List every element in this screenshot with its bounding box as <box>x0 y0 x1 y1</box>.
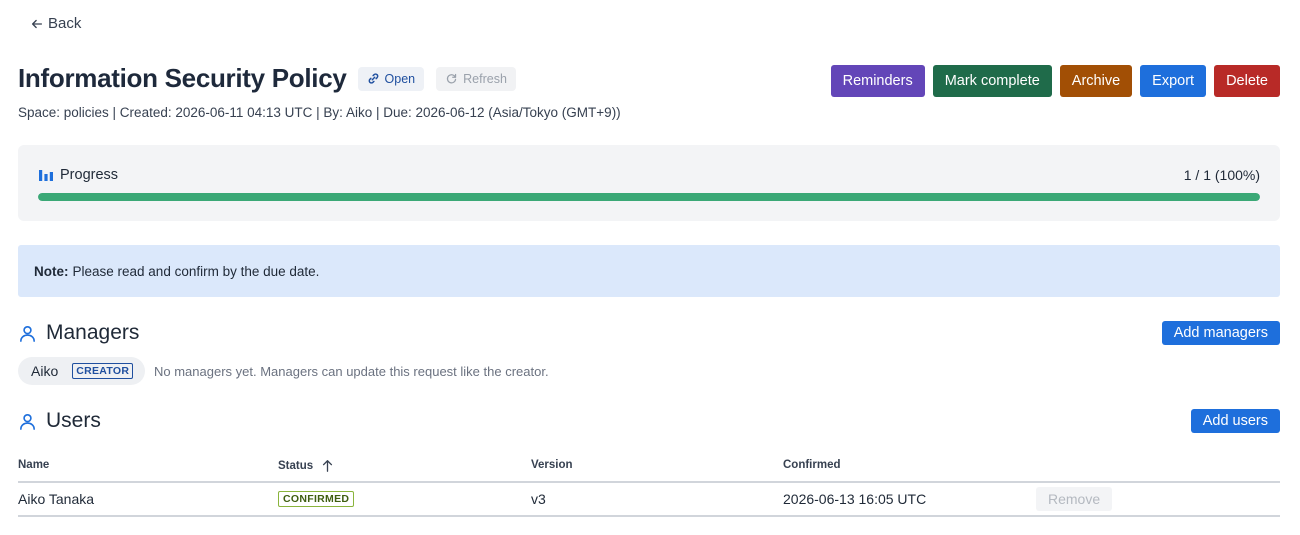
user-name: Aiko Tanaka <box>18 491 95 507</box>
manager-chip: Aiko CREATOR <box>18 357 146 385</box>
reminders-button[interactable]: Reminders <box>830 65 925 97</box>
users-heading: Users <box>18 409 101 433</box>
column-header-version[interactable]: Version <box>531 459 573 471</box>
refresh-icon <box>447 73 457 84</box>
managers-heading: Managers <box>18 321 139 345</box>
refresh-label: Refresh <box>463 71 507 86</box>
arrow-up-icon <box>323 460 333 472</box>
user-icon <box>20 413 35 430</box>
action-bar: Reminders Mark complete Archive Export D… <box>830 65 1280 97</box>
table-row: Aiko Tanaka CONFIRMED v3 2026-06-13 16:0… <box>18 483 1280 517</box>
column-header-confirmed[interactable]: Confirmed <box>783 459 841 471</box>
open-link[interactable]: Open <box>357 66 425 91</box>
user-confirmed-time: 2026-06-13 16:05 UTC <box>783 491 927 507</box>
refresh-button[interactable]: Refresh <box>436 66 516 91</box>
back-link[interactable]: Back <box>30 15 81 32</box>
note-text: Please read and confirm by the due date. <box>72 263 320 279</box>
note-prefix: Note: <box>34 263 69 279</box>
users-table: Name Status Version Confirmed Aiko Tanak… <box>18 453 1280 517</box>
mark-complete-button[interactable]: Mark complete <box>932 65 1052 97</box>
user-icon <box>20 325 35 342</box>
column-header-name[interactable]: Name <box>18 459 49 471</box>
users-title: Users <box>46 409 101 432</box>
bar-chart-icon <box>39 170 53 181</box>
table-header: Name Status Version Confirmed <box>18 453 1280 483</box>
link-icon <box>368 73 378 84</box>
remove-user-button[interactable]: Remove <box>1036 487 1113 511</box>
progress-card: Progress 1 / 1 (100%) <box>18 145 1280 221</box>
progress-label: Progress <box>60 167 119 183</box>
delete-button[interactable]: Delete <box>1214 65 1280 97</box>
progress-count: 1 / 1 (100%) <box>1183 167 1260 183</box>
progress-fill <box>38 193 1260 201</box>
managers-title: Managers <box>46 321 140 344</box>
back-label: Back <box>48 15 82 32</box>
note-banner: Note: Please read and confirm by the due… <box>18 245 1280 297</box>
progress-track <box>38 193 1260 201</box>
user-version: v3 <box>531 491 546 507</box>
add-managers-button[interactable]: Add managers <box>1161 321 1280 345</box>
request-meta: Space: policies | Created: 2026-06-11 04… <box>18 105 621 120</box>
status-badge: CONFIRMED <box>278 491 355 507</box>
manager-name: Aiko <box>31 363 59 379</box>
arrow-left-icon <box>31 19 43 28</box>
column-header-status[interactable]: Status <box>278 459 334 473</box>
add-users-button[interactable]: Add users <box>1190 409 1280 433</box>
managers-empty-text: No managers yet. Managers can update thi… <box>154 364 549 379</box>
creator-badge: CREATOR <box>72 363 134 379</box>
page-title: Information Security Policy <box>18 63 347 93</box>
open-label: Open <box>384 71 416 86</box>
archive-button[interactable]: Archive <box>1059 65 1133 97</box>
title-row: Information Security Policy Open Refresh <box>18 63 516 94</box>
export-button[interactable]: Export <box>1140 65 1207 97</box>
progress-heading: Progress <box>38 167 118 183</box>
status-header-label: Status <box>278 460 314 472</box>
